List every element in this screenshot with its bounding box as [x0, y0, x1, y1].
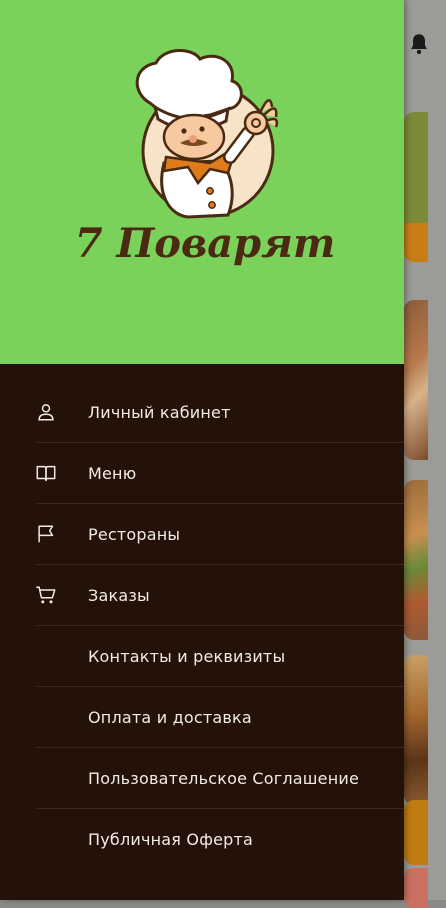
navigation-drawer: 7 Поварят Личный кабинет Меню Рестораны: [0, 0, 404, 900]
brand-name: 7 Поварят: [75, 220, 336, 267]
menu-item-payment-delivery[interactable]: Оплата и доставка: [36, 687, 404, 748]
menu-item-label: Заказы: [88, 585, 150, 605]
menu-item-label: Контакты и реквизиты: [88, 646, 286, 666]
menu-item-public-offer[interactable]: Публичная Оферта: [36, 809, 404, 869]
drawer-header: 7 Поварят: [0, 0, 404, 364]
menu-item-user-agreement[interactable]: Пользовательское Соглашение: [36, 748, 404, 809]
menu-item-label: Рестораны: [88, 524, 181, 544]
menu-item-label: Личный кабинет: [88, 402, 231, 422]
menu-item-restaurants[interactable]: Рестораны: [36, 504, 404, 565]
background-card[interactable]: [404, 112, 428, 262]
menu-item-label: Меню: [88, 463, 137, 483]
menu-item-label: Оплата и доставка: [88, 707, 252, 727]
background-card[interactable]: [404, 480, 428, 640]
background-card[interactable]: [404, 800, 428, 865]
menu-item-label: Публичная Оферта: [88, 829, 254, 849]
background-card[interactable]: [404, 868, 428, 908]
book-icon: [36, 465, 56, 482]
user-icon: [38, 404, 54, 421]
flag-icon: [38, 525, 54, 543]
menu-item-label: Пользовательское Соглашение: [88, 768, 359, 788]
background-card[interactable]: [404, 300, 428, 460]
bell-icon[interactable]: [406, 30, 432, 58]
background-card[interactable]: [404, 655, 428, 805]
cart-icon: [36, 586, 56, 604]
menu-item-orders[interactable]: Заказы: [36, 565, 404, 626]
menu-item-menu[interactable]: Меню: [36, 443, 404, 504]
menu-item-contacts[interactable]: Контакты и реквизиты: [36, 626, 404, 687]
menu-item-account[interactable]: Личный кабинет: [36, 382, 404, 443]
drawer-menu: Личный кабинет Меню Рестораны Заказы Кон: [0, 382, 404, 869]
brand-logo: 7 Поварят: [75, 49, 336, 267]
